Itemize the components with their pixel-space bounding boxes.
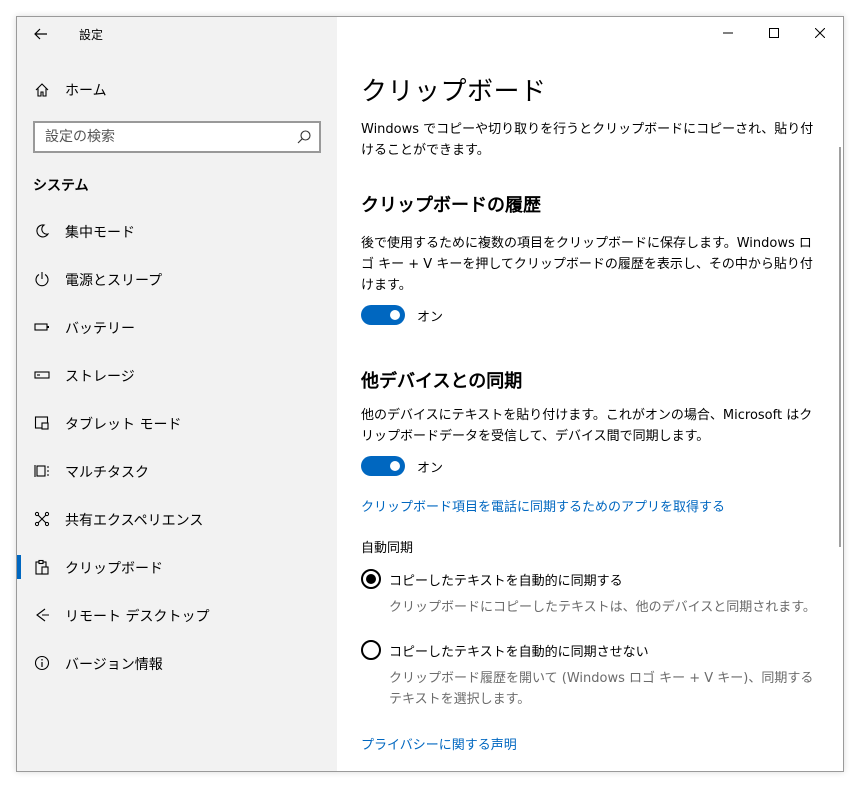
search-icon[interactable] [296, 129, 312, 145]
nav-item-label: リモート デスクトップ [65, 609, 210, 625]
nav-item-battery[interactable]: バッテリー [17, 303, 337, 351]
shared-experience-icon [33, 510, 51, 528]
nav-item-label: マルチタスク [65, 465, 149, 481]
radio-auto-sync-description: クリップボードにコピーしたテキストは、他のデバイスと同期されます。 [389, 600, 816, 615]
sync-toggle[interactable] [361, 456, 405, 476]
nav-item-clipboard[interactable]: クリップボード [17, 543, 337, 591]
clipboard-icon [33, 558, 51, 576]
nav-item-label: バッテリー [65, 321, 135, 337]
section-heading-system: システム [33, 178, 89, 194]
radio-auto-sync[interactable]: コピーしたテキストを自動的に同期する [361, 569, 623, 589]
maximize-icon [769, 28, 779, 38]
minimize-icon [723, 32, 733, 34]
nav-list: 集中モード 電源とスリープ バッテリー ストレージ タブレット モード マルチタ… [17, 207, 337, 687]
title-bar-left: 設定 [17, 17, 337, 49]
close-button[interactable] [797, 17, 843, 49]
history-heading: クリップボードの履歴 [361, 195, 541, 216]
nav-item-label: バージョン情報 [65, 657, 163, 673]
nav-item-label: クリップボード [65, 561, 163, 577]
auto-sync-label: 自動同期 [361, 541, 414, 556]
radio-manual-sync[interactable]: コピーしたテキストを自動的に同期させない [361, 640, 649, 660]
nav-item-shared-experiences[interactable]: 共有エクスペリエンス [17, 495, 337, 543]
moon-icon [33, 222, 51, 240]
history-toggle[interactable] [361, 305, 405, 325]
back-arrow-icon [34, 28, 47, 40]
nav-item-about[interactable]: バージョン情報 [17, 639, 337, 687]
radio-manual-sync-label: コピーしたテキストを自動的に同期させない [389, 644, 649, 660]
scrollbar[interactable] [839, 147, 841, 547]
battery-icon [33, 318, 51, 336]
nav-home[interactable]: ホーム [17, 73, 337, 107]
privacy-statement-link[interactable]: プライバシーに関する声明 [361, 734, 517, 753]
page-title: クリップボード [361, 77, 547, 107]
get-phone-app-link[interactable]: クリップボード項目を電話に同期するためのアプリを取得する [361, 496, 725, 515]
sync-toggle-label: オン [417, 460, 444, 476]
history-toggle-row: オン [361, 305, 443, 325]
storage-icon [33, 366, 51, 384]
nav-item-label: 電源とスリープ [65, 273, 163, 289]
radio-manual-sync-button[interactable] [361, 640, 381, 660]
nav-item-tablet-mode[interactable]: タブレット モード [17, 399, 337, 447]
toggle-knob [390, 461, 400, 471]
settings-window: 設定 ホーム システム 集中モード [16, 16, 844, 772]
nav-item-storage[interactable]: ストレージ [17, 351, 337, 399]
nav-item-power-sleep[interactable]: 電源とスリープ [17, 255, 337, 303]
search-box[interactable] [33, 121, 321, 153]
sync-toggle-row: オン [361, 456, 443, 476]
main-content: クリップボード Windows でコピーや切り取りを行うとクリップボードにコピー… [337, 17, 843, 771]
nav-item-label: タブレット モード [65, 417, 182, 433]
radio-auto-sync-button[interactable] [361, 569, 381, 589]
multitask-icon [33, 462, 51, 480]
nav-item-label: 共有エクスペリエンス [65, 513, 204, 529]
history-toggle-label: オン [417, 309, 444, 325]
nav-item-remote-desktop[interactable]: リモート デスクトップ [17, 591, 337, 639]
nav-item-focus-assist[interactable]: 集中モード [17, 207, 337, 255]
nav-item-multitasking[interactable]: マルチタスク [17, 447, 337, 495]
sidebar: 設定 ホーム システム 集中モード [17, 17, 337, 771]
history-description: 後で使用するために複数の項目をクリップボードに保存します。Windows ロゴ … [361, 236, 813, 293]
tablet-mode-icon [33, 414, 51, 432]
sync-heading: 他デバイスとの同期 [361, 371, 523, 392]
nav-item-label: 集中モード [65, 225, 135, 241]
remote-desktop-icon [33, 606, 51, 624]
nav-home-label: ホーム [65, 83, 107, 99]
radio-manual-sync-description: クリップボード履歴を開いて (Windows ロゴ キー + V キー)、同期す… [389, 671, 814, 707]
search-input[interactable] [35, 124, 285, 150]
minimize-button[interactable] [705, 17, 751, 49]
close-icon [815, 28, 825, 38]
info-icon [33, 654, 51, 672]
power-icon [33, 270, 51, 288]
nav-item-label: ストレージ [65, 369, 135, 385]
window-controls [705, 17, 843, 49]
back-button[interactable] [25, 21, 57, 47]
intro-text: Windows でコピーや切り取りを行うとクリップボードにコピーされ、貼り付ける… [361, 122, 814, 158]
toggle-knob [390, 310, 400, 320]
radio-auto-sync-label: コピーしたテキストを自動的に同期する [389, 573, 623, 589]
home-icon [33, 81, 51, 99]
app-title: 設定 [79, 28, 104, 42]
maximize-button[interactable] [751, 17, 797, 49]
sync-description: 他のデバイスにテキストを貼り付けます。これがオンの場合、Microsoft はク… [361, 408, 813, 444]
